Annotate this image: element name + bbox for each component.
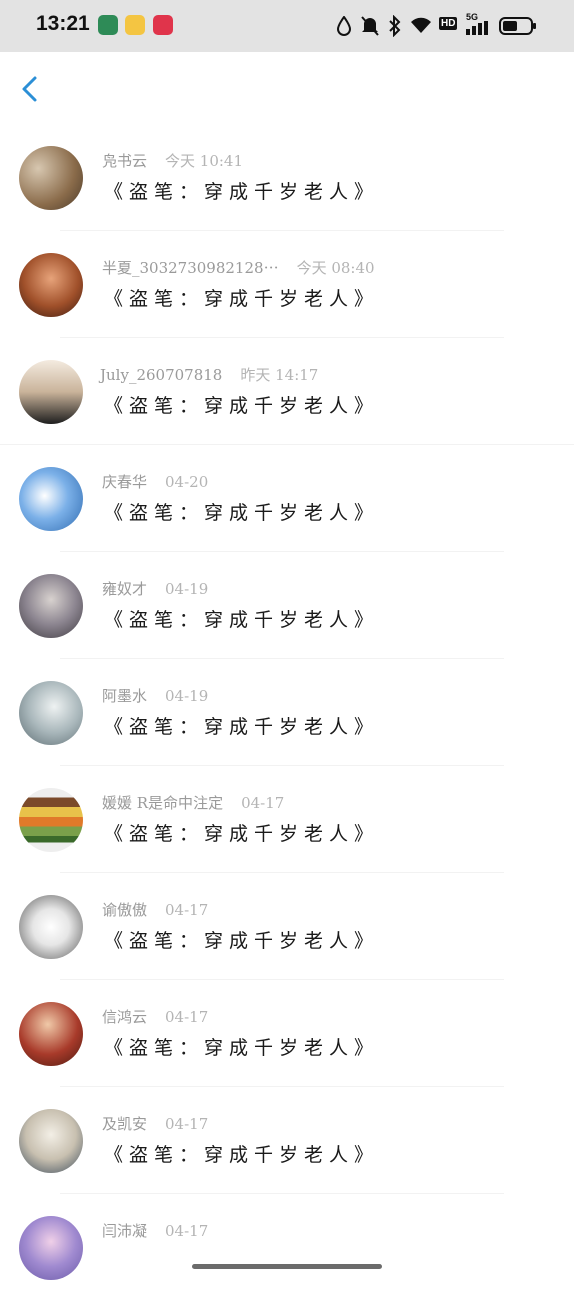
avatar[interactable] [19,467,83,531]
status-time: 13:21 [36,12,90,35]
list-item[interactable]: 庆春华 04-20 《盗笔：穿成千岁老人》 [0,445,574,552]
list-item[interactable]: July_260707818 昨天 14:17 《盗笔：穿成千岁老人》 [0,338,574,445]
avatar[interactable] [19,895,83,959]
list-item[interactable]: 及凯安 04-17 《盗笔：穿成千岁老人》 [0,1087,574,1194]
mute-bell-icon [361,16,379,36]
status-bar: 13:21 HD 5G [0,0,574,52]
weibo-app-icon [125,15,145,35]
list-item[interactable]: 谕傲傲 04-17 《盗笔：穿成千岁老人》 [0,873,574,980]
avatar[interactable] [19,360,83,424]
comment-list: 凫书云 今天 10:41 《盗笔：穿成千岁老人》 半夏_3032730982128… [0,124,574,1280]
commenter-name[interactable]: 信鸿云 [102,1008,147,1026]
commenter-name[interactable]: 闫沛凝 [102,1222,147,1240]
comment-date: 今天 08:40 [296,259,375,277]
avatar[interactable] [19,574,83,638]
avatar[interactable] [19,1002,83,1066]
xiaohongshu-app-icon [153,15,173,35]
comment-date: 04-17 [165,1008,209,1026]
comment-date: 04-17 [165,1115,209,1133]
back-button[interactable] [14,72,48,106]
book-title[interactable]: 《盗笔：穿成千岁老人》 [104,1140,379,1167]
list-item[interactable]: 半夏_3032730982128⋯ 今天 08:40 《盗笔：穿成千岁老人》 [0,231,574,338]
nav-bar [0,52,574,125]
water-drop-icon [337,16,351,36]
avatar[interactable] [19,1109,83,1173]
avatar[interactable] [19,681,83,745]
book-title[interactable]: 《盗笔：穿成千岁老人》 [104,498,379,525]
book-title[interactable]: 《盗笔：穿成千岁老人》 [104,391,379,418]
list-item[interactable]: 阿墨水 04-19 《盗笔：穿成千岁老人》 [0,659,574,766]
book-title[interactable]: 《盗笔：穿成千岁老人》 [104,926,379,953]
book-title[interactable]: 《盗笔：穿成千岁老人》 [104,605,379,632]
hd-badge: HD [439,17,458,30]
comment-date: 今天 10:41 [165,152,244,170]
list-item[interactable]: 凫书云 今天 10:41 《盗笔：穿成千岁老人》 [0,124,574,231]
commenter-name[interactable]: 及凯安 [102,1115,147,1133]
commenter-name[interactable]: 半夏_3032730982128⋯ [102,259,279,277]
signal-strength-icon [466,21,488,35]
comment-date: 04-17 [165,901,209,919]
avatar[interactable] [19,1216,83,1280]
bluetooth-icon [389,15,401,37]
commenter-name[interactable]: 媛媛 R是命中注定 [102,794,223,812]
commenter-name[interactable]: July_260707818 [100,366,222,384]
home-indicator[interactable] [192,1264,382,1269]
list-item[interactable]: 媛媛 R是命中注定 04-17 《盗笔：穿成千岁老人》 [0,766,574,873]
list-item[interactable]: 信鸿云 04-17 《盗笔：穿成千岁老人》 [0,980,574,1087]
commenter-name[interactable]: 庆春华 [102,473,147,491]
battery-icon [499,17,536,35]
chevron-left-icon [22,76,37,102]
book-title[interactable]: 《盗笔：穿成千岁老人》 [104,819,379,846]
list-item[interactable]: 雍奴才 04-19 《盗笔：穿成千岁老人》 [0,552,574,659]
book-title[interactable]: 《盗笔：穿成千岁老人》 [104,177,379,204]
comment-date: 04-19 [165,580,209,598]
commenter-name[interactable]: 雍奴才 [102,580,147,598]
commenter-name[interactable]: 凫书云 [102,152,147,170]
comment-date: 昨天 14:17 [240,366,319,384]
book-title[interactable]: 《盗笔：穿成千岁老人》 [104,712,379,739]
book-title[interactable]: 《盗笔：穿成千岁老人》 [104,284,379,311]
wifi-icon [411,17,431,33]
commenter-name[interactable]: 谕傲傲 [102,901,147,919]
comment-date: 04-17 [241,794,285,812]
avatar[interactable] [19,788,83,852]
list-item[interactable]: 闫沛凝 04-17 [0,1194,574,1301]
book-title[interactable]: 《盗笔：穿成千岁老人》 [104,1033,379,1060]
comment-date: 04-17 [165,1222,209,1240]
commenter-name[interactable]: 阿墨水 [102,687,147,705]
oppo-app-icon [98,15,118,35]
comment-date: 04-19 [165,687,209,705]
avatar[interactable] [19,253,83,317]
avatar[interactable] [19,146,83,210]
comment-date: 04-20 [165,473,209,491]
